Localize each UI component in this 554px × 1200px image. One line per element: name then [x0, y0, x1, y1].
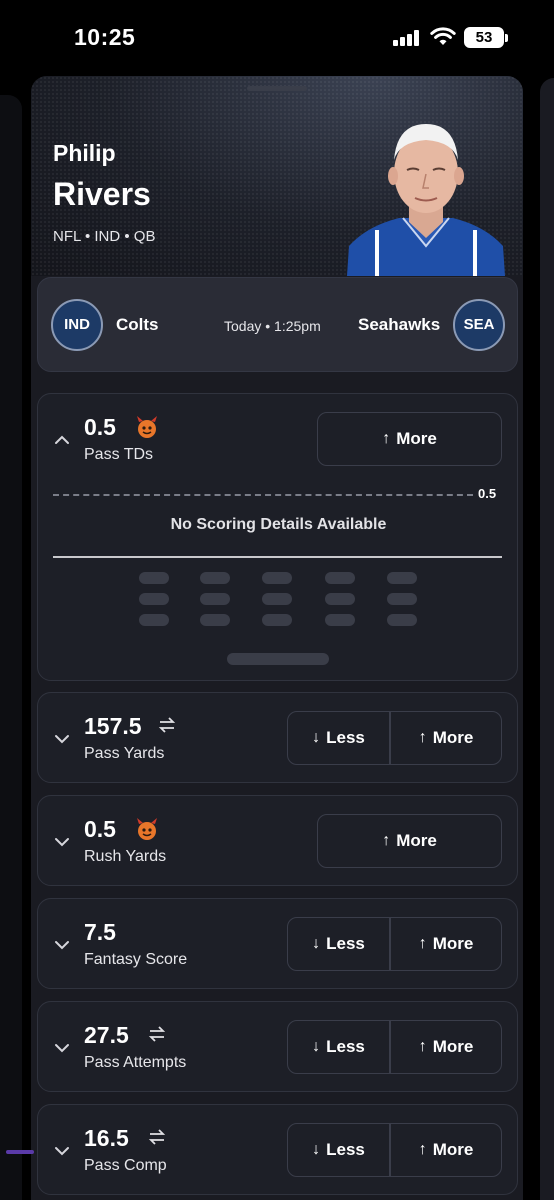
more-button[interactable]: ↑ More	[317, 412, 502, 466]
swap-icon	[148, 1129, 166, 1145]
prop-stat-label: Fantasy Score	[84, 951, 188, 968]
chevron-down-icon[interactable]	[54, 731, 70, 747]
player-last-name: Rivers	[53, 176, 151, 212]
player-first-name: Philip	[53, 140, 116, 166]
arrow-down-icon: ↓	[312, 1038, 321, 1055]
prop-stat-label: Pass Yards	[84, 745, 165, 762]
more-button-label: More	[432, 728, 474, 747]
away-team-badge: SEA	[453, 299, 505, 351]
skeleton-column	[200, 572, 230, 635]
less-button-label: Less	[326, 1037, 365, 1056]
prop-line-value: 0.5	[84, 816, 116, 842]
prop-line-value: 16.5	[84, 1125, 129, 1151]
arrow-up-icon: ↑	[382, 832, 391, 849]
player-meta: NFL • IND • QB	[53, 228, 156, 245]
less-button[interactable]: ↓ Less	[287, 1020, 390, 1074]
prop-line-value: 157.5	[84, 713, 142, 739]
more-button[interactable]: ↑ More	[390, 1020, 502, 1074]
next-card-edge[interactable]	[540, 78, 554, 1200]
player-header: Philip Rivers NFL • IND • QB	[31, 76, 523, 276]
prop-stat-label: Pass TDs	[84, 446, 154, 463]
line-threshold-value: 0.5	[478, 486, 497, 501]
cellular-signal-icon	[393, 30, 419, 46]
baseline	[53, 556, 502, 558]
chevron-down-icon[interactable]	[54, 1143, 70, 1159]
arrow-down-icon: ↓	[312, 1141, 321, 1158]
more-button-label: More	[432, 1037, 474, 1056]
line-threshold-dashed	[53, 494, 473, 496]
chevron-down-icon[interactable]	[54, 937, 70, 953]
status-bar: 10:25 53	[0, 0, 554, 70]
no-scoring-message: No Scoring Details Available	[170, 516, 387, 533]
away-team-name: Seahawks	[358, 315, 441, 334]
wifi-icon	[430, 27, 456, 45]
more-button-label: More	[396, 429, 437, 448]
arrow-up-icon: ↑	[418, 1141, 427, 1158]
more-button-label: More	[432, 934, 474, 953]
prop-stat-label: Pass Attempts	[84, 1054, 187, 1071]
arrow-up-icon: ↑	[382, 430, 391, 447]
status-time: 10:25	[74, 24, 136, 50]
game-time: Today • 1:25pm	[224, 318, 321, 334]
more-button[interactable]: ↑ More	[390, 917, 502, 971]
prop-line-value: 27.5	[84, 1022, 129, 1048]
more-button[interactable]: ↑ More	[390, 1123, 502, 1177]
prop-card-pass-tds: 0.5 Pass TDs ↑ More 0.5 No Scoring Detai…	[37, 393, 518, 681]
chevron-up-icon[interactable]	[54, 432, 70, 448]
player-card: Philip Rivers NFL • IND • QB IND Colts T…	[31, 76, 523, 1200]
less-button[interactable]: ↓ Less	[287, 711, 390, 765]
player-photo	[347, 124, 505, 276]
prop-line-value: 0.5	[84, 414, 116, 440]
skeleton-bar	[227, 653, 329, 665]
home-team-badge: IND	[51, 299, 103, 351]
prop-card-pass-yards[interactable]: 157.5 Pass Yards ↓ Less ↑ More	[37, 692, 518, 783]
less-button[interactable]: ↓ Less	[287, 917, 390, 971]
chevron-down-icon[interactable]	[54, 834, 70, 850]
skeleton-column	[262, 572, 292, 635]
skeleton-column	[139, 572, 169, 635]
more-button-label: More	[432, 1140, 474, 1159]
prop-stat-label: Rush Yards	[84, 848, 167, 865]
skeleton-column	[325, 572, 355, 635]
prop-stat-label: Pass Comp	[84, 1157, 167, 1174]
swap-icon	[158, 717, 176, 733]
demon-icon	[134, 816, 160, 847]
prop-card-pass-attempts[interactable]: 27.5 Pass Attempts ↓ Less ↑ More	[37, 1001, 518, 1092]
prop-line-value: 7.5	[84, 919, 116, 945]
previous-card-edge[interactable]	[0, 95, 22, 1200]
arrow-up-icon: ↑	[418, 729, 427, 746]
arrow-up-icon: ↑	[418, 1038, 427, 1055]
arrow-up-icon: ↑	[418, 935, 427, 952]
prop-card-rush-yards[interactable]: 0.5 Rush Yards ↑ More	[37, 795, 518, 886]
matchup-bar[interactable]: IND Colts Today • 1:25pm Seahawks SEA	[37, 277, 518, 372]
arrow-down-icon: ↓	[312, 729, 321, 746]
more-button-label: More	[396, 831, 437, 850]
arrow-down-icon: ↓	[312, 935, 321, 952]
demon-icon	[134, 414, 160, 445]
less-button-label: Less	[326, 1140, 365, 1159]
skeleton-column	[387, 572, 417, 635]
prop-card-pass-comp[interactable]: 16.5 Pass Comp ↓ Less ↑ More	[37, 1104, 518, 1195]
home-team-name: Colts	[116, 315, 159, 334]
chevron-down-icon[interactable]	[54, 1040, 70, 1056]
less-button[interactable]: ↓ Less	[287, 1123, 390, 1177]
prop-card-fantasy-score[interactable]: 7.5 Fantasy Score ↓ Less ↑ More	[37, 898, 518, 989]
drag-handle[interactable]	[247, 86, 307, 91]
accent-indicator	[6, 1150, 34, 1154]
swap-icon	[148, 1026, 166, 1042]
less-button-label: Less	[326, 934, 365, 953]
less-button-label: Less	[326, 728, 365, 747]
battery-icon: 53	[464, 27, 508, 48]
more-button[interactable]: ↑ More	[390, 711, 502, 765]
more-button[interactable]: ↑ More	[317, 814, 502, 868]
